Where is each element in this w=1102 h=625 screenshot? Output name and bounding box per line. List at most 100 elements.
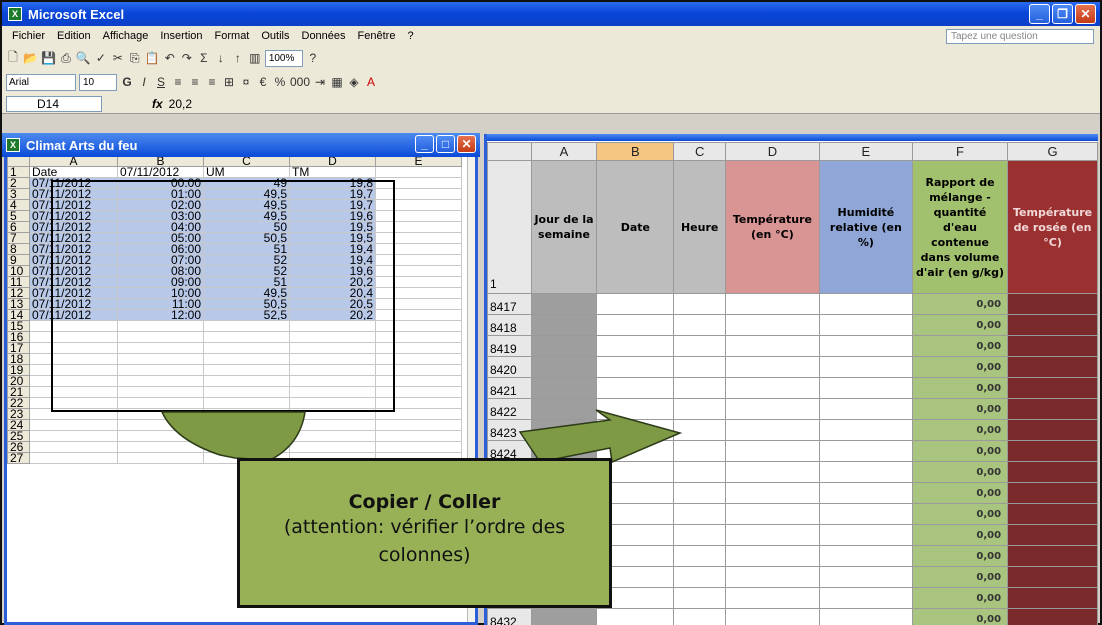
cell[interactable] bbox=[725, 440, 820, 462]
cell[interactable] bbox=[818, 419, 913, 441]
cell[interactable] bbox=[1007, 503, 1098, 525]
cell[interactable] bbox=[375, 397, 462, 409]
zoom-select[interactable]: 100% bbox=[264, 49, 303, 67]
cell[interactable] bbox=[1007, 419, 1098, 441]
cell[interactable]: 0,00 bbox=[911, 293, 1009, 315]
close-button[interactable]: ✕ bbox=[1075, 4, 1096, 24]
spelling-icon[interactable]: ✓ bbox=[94, 51, 108, 65]
cell[interactable]: 00:00 bbox=[117, 177, 204, 189]
row-header[interactable]: 6 bbox=[7, 221, 30, 233]
cell[interactable]: 49,5 bbox=[203, 287, 290, 299]
merge-icon[interactable]: ⊞ bbox=[222, 75, 236, 89]
cell[interactable] bbox=[375, 166, 462, 178]
cell[interactable]: 07/11/2012 bbox=[29, 276, 118, 288]
borders-icon[interactable]: ▦ bbox=[330, 75, 344, 89]
cell[interactable]: 49,5 bbox=[203, 199, 290, 211]
cell[interactable] bbox=[818, 314, 913, 336]
redo-icon[interactable]: ↷ bbox=[180, 51, 194, 65]
cell[interactable]: 0,00 bbox=[911, 503, 1009, 525]
cell[interactable] bbox=[289, 364, 376, 376]
cell[interactable]: 19,6 bbox=[289, 265, 376, 277]
cell[interactable] bbox=[673, 545, 727, 567]
cell[interactable]: 52 bbox=[203, 265, 290, 277]
wb-maximize-button[interactable]: □ bbox=[436, 135, 455, 153]
cell[interactable]: 19,4 bbox=[289, 243, 376, 255]
cell[interactable] bbox=[818, 461, 913, 483]
row-header[interactable]: 5 bbox=[7, 210, 30, 222]
align-center-icon[interactable]: ≡ bbox=[188, 75, 202, 89]
thousands-button[interactable]: 000 bbox=[290, 75, 310, 89]
sum-icon[interactable]: Σ bbox=[197, 51, 211, 65]
row-header[interactable]: 24 bbox=[7, 419, 30, 431]
cell[interactable]: 0,00 bbox=[911, 461, 1009, 483]
cell[interactable] bbox=[1007, 482, 1098, 504]
size-select[interactable]: 10 bbox=[79, 73, 117, 91]
cell[interactable] bbox=[29, 386, 118, 398]
column-header[interactable]: A bbox=[530, 142, 598, 161]
cell[interactable] bbox=[673, 566, 727, 588]
cell[interactable] bbox=[818, 482, 913, 504]
cell[interactable] bbox=[1007, 608, 1098, 625]
row-header[interactable]: 2 bbox=[7, 177, 30, 189]
cell[interactable] bbox=[818, 545, 913, 567]
menu-outils[interactable]: Outils bbox=[255, 30, 295, 42]
column-title[interactable]: Heure bbox=[673, 160, 727, 294]
column-header[interactable]: F bbox=[911, 142, 1009, 161]
cell[interactable] bbox=[289, 408, 376, 420]
row-header[interactable]: 1 bbox=[487, 160, 532, 294]
cell[interactable] bbox=[725, 608, 820, 625]
cell[interactable] bbox=[673, 482, 727, 504]
row-header[interactable]: 1 bbox=[7, 166, 30, 178]
row-header[interactable]: 19 bbox=[7, 364, 30, 376]
cell[interactable] bbox=[673, 461, 727, 483]
cell[interactable] bbox=[203, 430, 290, 442]
cell[interactable]: 20,5 bbox=[289, 298, 376, 310]
cell[interactable] bbox=[289, 375, 376, 387]
cell[interactable] bbox=[117, 353, 204, 365]
cell[interactable]: 07/11/2012 bbox=[29, 210, 118, 222]
row-header[interactable]: 26 bbox=[7, 441, 30, 453]
cell[interactable]: 08:00 bbox=[117, 265, 204, 277]
cell[interactable] bbox=[375, 430, 462, 442]
cell[interactable] bbox=[596, 398, 675, 420]
cell[interactable] bbox=[725, 524, 820, 546]
italic-button[interactable]: I bbox=[137, 75, 151, 89]
cell[interactable] bbox=[117, 419, 204, 431]
cut-icon[interactable]: ✂ bbox=[111, 51, 125, 65]
cell[interactable] bbox=[29, 452, 118, 464]
cell[interactable]: 07/11/2012 bbox=[29, 177, 118, 189]
cell[interactable] bbox=[375, 386, 462, 398]
cell[interactable] bbox=[375, 298, 462, 310]
euro-button[interactable]: € bbox=[256, 75, 270, 89]
cell[interactable] bbox=[29, 364, 118, 376]
column-title[interactable]: Rapport de mélange - quantité d'eau cont… bbox=[911, 160, 1009, 294]
cell[interactable]: 49,5 bbox=[203, 210, 290, 222]
cell[interactable]: 19,4 bbox=[289, 254, 376, 266]
name-box[interactable]: D14 bbox=[6, 95, 102, 112]
cell[interactable] bbox=[818, 440, 913, 462]
cell[interactable] bbox=[673, 398, 727, 420]
menu-format[interactable]: Format bbox=[209, 30, 256, 42]
menu-edition[interactable]: Edition bbox=[51, 30, 97, 42]
preview-icon[interactable]: 🔍 bbox=[76, 51, 91, 65]
cell[interactable]: 0,00 bbox=[911, 419, 1009, 441]
row-header[interactable]: 17 bbox=[7, 342, 30, 354]
cell[interactable] bbox=[375, 364, 462, 376]
cell[interactable]: 0,00 bbox=[911, 545, 1009, 567]
cell[interactable] bbox=[725, 419, 820, 441]
cell[interactable]: 52,5 bbox=[203, 309, 290, 321]
cell[interactable] bbox=[203, 320, 290, 332]
open-icon[interactable]: 📂 bbox=[23, 51, 38, 65]
menu-insertion[interactable]: Insertion bbox=[154, 30, 208, 42]
cell[interactable] bbox=[203, 408, 290, 420]
row-header[interactable]: 15 bbox=[7, 320, 30, 332]
cell[interactable] bbox=[673, 503, 727, 525]
cell[interactable] bbox=[289, 320, 376, 332]
cell[interactable] bbox=[725, 398, 820, 420]
cell[interactable] bbox=[673, 335, 727, 357]
row-header[interactable]: 8 bbox=[7, 243, 30, 255]
cell[interactable]: 50,5 bbox=[203, 298, 290, 310]
cell[interactable]: 52 bbox=[203, 254, 290, 266]
cell[interactable]: 05:00 bbox=[117, 232, 204, 244]
column-header[interactable]: D bbox=[725, 142, 820, 161]
